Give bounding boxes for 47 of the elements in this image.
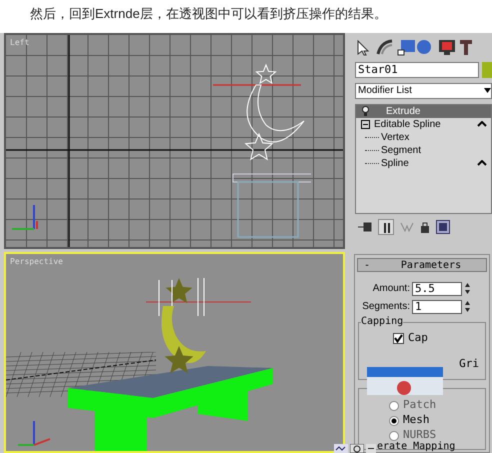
spinner-icon[interactable]	[464, 300, 471, 314]
stack-item[interactable]: Spline	[381, 156, 477, 171]
viewport-label: Perspective	[10, 256, 63, 268]
display-icon[interactable]	[437, 38, 457, 56]
modifier-list-dropdown[interactable]: Modifier List	[355, 82, 492, 99]
amount-field[interactable]: 5.5	[412, 282, 462, 296]
collapse-icon[interactable]	[361, 120, 370, 129]
capping-title: Capping	[361, 316, 404, 328]
hammer-icon[interactable]	[459, 38, 473, 56]
toolbar-icon[interactable]	[350, 444, 364, 453]
spinner-icon[interactable]	[464, 282, 471, 296]
show-result-icon[interactable]	[378, 219, 394, 236]
viewport-label: Left	[10, 37, 30, 49]
curve-icon[interactable]	[375, 38, 395, 56]
radio-button[interactable]	[389, 400, 399, 411]
radio-label: Mesh	[403, 412, 430, 428]
caption-text: 然后，回到Extrnde层，在透视图中可以看到挤压操作的结果。	[30, 5, 387, 23]
radio-button[interactable]	[389, 430, 399, 441]
toolbar-icon[interactable]	[334, 444, 348, 453]
lightbulb-icon[interactable]	[361, 106, 370, 116]
stack-item[interactable]: Editable Spline	[356, 118, 491, 131]
radio-label: NURBS	[403, 427, 436, 442]
rollout-header[interactable]: - Parameters	[357, 258, 487, 272]
amount-label: Amount:	[372, 282, 410, 296]
collapse-sign[interactable]: -	[358, 258, 376, 273]
radio-label: Patch	[403, 397, 436, 414]
lock-icon[interactable]	[420, 221, 430, 234]
radio-button[interactable]	[389, 416, 399, 426]
axis-tripod-icon	[10, 203, 38, 233]
checkbox-label: Gri	[459, 358, 479, 370]
option-label: erate Mapping	[377, 442, 456, 452]
checkbox-label: Cap	[408, 330, 428, 346]
chevron-up-icon	[477, 160, 487, 166]
minus-icon[interactable]	[366, 444, 376, 453]
object-name-field[interactable]: Star01	[355, 62, 479, 78]
dropdown-arrow-icon[interactable]	[484, 88, 491, 94]
segments-field[interactable]: 1	[412, 300, 462, 314]
rollout-title: Parameters	[400, 258, 462, 273]
chevron-up-icon	[477, 121, 487, 128]
checkbox[interactable]	[393, 332, 404, 344]
stack-item[interactable]: Extrude	[356, 104, 491, 118]
stack-item[interactable]: Vertex	[381, 130, 491, 145]
pin-icon[interactable]	[358, 222, 372, 232]
stack-item[interactable]: Segment	[381, 142, 491, 158]
configure-icon[interactable]	[436, 220, 450, 234]
segments-label: Segments:	[362, 300, 410, 314]
object-color-swatch[interactable]	[482, 62, 492, 78]
